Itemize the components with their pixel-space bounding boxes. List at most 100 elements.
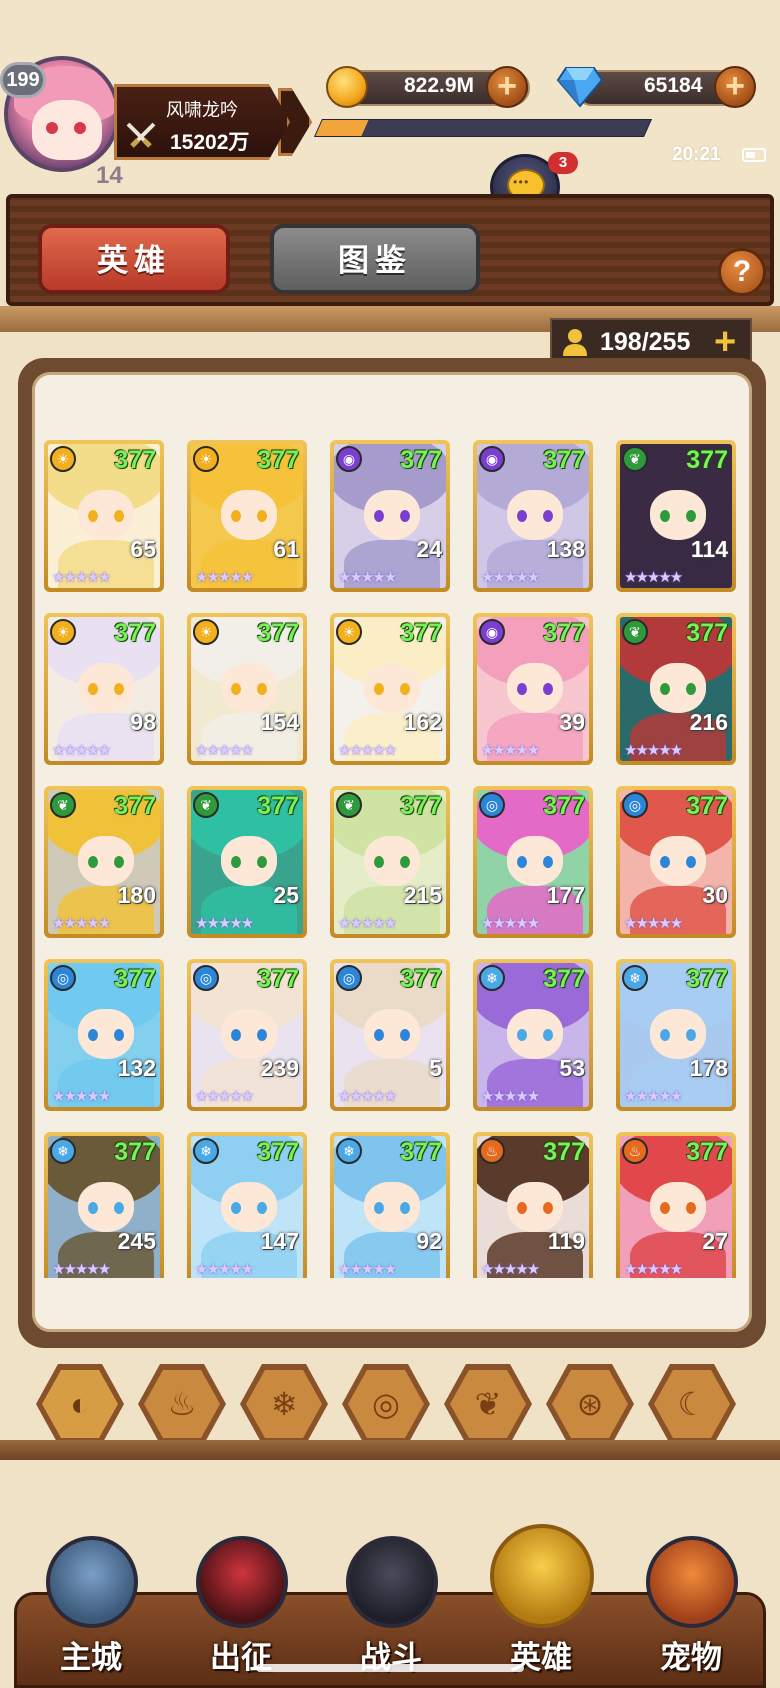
element-light-icon: ☀ — [336, 619, 362, 645]
hero-shard-count: 239 — [260, 1055, 299, 1081]
hero-portrait: ◎ 377 30 ★★★★★ — [620, 790, 732, 934]
hero-shard-count: 114 — [690, 536, 728, 562]
gem-amount: 65184 — [644, 74, 703, 97]
hero-level: 377 — [114, 619, 156, 647]
hero-star-rating: ★★★★★ — [195, 915, 254, 932]
hero-capacity: 198/255 + — [550, 318, 752, 363]
hero-card[interactable]: ◎ 377 177 ★★★★★ — [473, 786, 593, 938]
help-button[interactable]: ? — [718, 248, 766, 296]
divider — [0, 1440, 780, 1460]
hero-portrait: ❄ 377 245 ★★★★★ — [48, 1136, 160, 1278]
hero-card[interactable]: ❄ 377 92 ★★★★★ — [330, 1132, 450, 1278]
hero-card[interactable]: ♨ 377 27 ★★★★★ — [616, 1132, 736, 1278]
hero-card[interactable]: ◎ 377 132 ★★★★★ — [44, 959, 164, 1111]
player-level-badge: 199 — [0, 62, 46, 98]
hero-shard-count: 65 — [130, 536, 156, 562]
hero-star-rating: ★★★★★ — [481, 1088, 540, 1105]
hero-level: 377 — [543, 1138, 585, 1166]
exp-progress-bar — [313, 119, 653, 137]
element-wood-icon: ❦ — [193, 792, 219, 818]
hero-portrait: ❄ 377 178 ★★★★★ — [620, 963, 732, 1107]
element-water-icon: ◎ — [336, 965, 362, 991]
hero-star-rating: ★★★★★ — [195, 1261, 254, 1278]
hero-level: 377 — [686, 792, 728, 820]
hero-card[interactable]: ☀ 377 61 ★★★★★ — [187, 440, 307, 592]
nav-castle[interactable]: 主城 — [26, 1536, 156, 1686]
hero-star-rating: ★★★★★ — [195, 742, 254, 759]
hero-card[interactable]: ❦ 377 215 ★★★★★ — [330, 786, 450, 938]
element-ice-icon: ❄ — [193, 1138, 219, 1164]
hero-card[interactable]: ☀ 377 65 ★★★★★ — [44, 440, 164, 592]
hero-portrait: ☀ 377 162 ★★★★★ — [334, 617, 446, 761]
nav-pet[interactable]: 宠物 — [626, 1536, 756, 1686]
hero-portrait: ◎ 377 239 ★★★★★ — [191, 963, 303, 1107]
element-wood-icon: ❦ — [622, 446, 648, 472]
hero-shard-count: 27 — [702, 1228, 728, 1254]
hero-card[interactable]: ☀ 377 154 ★★★★★ — [187, 613, 307, 765]
hero-card[interactable]: ❦ 377 114 ★★★★★ — [616, 440, 736, 592]
add-gold-button[interactable]: + — [486, 66, 528, 108]
hero-card[interactable]: ◎ 377 30 ★★★★★ — [616, 786, 736, 938]
hero-card[interactable]: ❦ 377 216 ★★★★★ — [616, 613, 736, 765]
element-ice-icon: ❄ — [50, 1138, 76, 1164]
hero-card[interactable]: ❦ 377 180 ★★★★★ — [44, 786, 164, 938]
hero-portrait: ♨ 377 119 ★★★★★ — [477, 1136, 589, 1278]
hero-star-rating: ★★★★★ — [624, 742, 683, 759]
person-icon — [563, 329, 587, 356]
hero-shard-count: 5 — [429, 1055, 442, 1081]
hero-grid[interactable]: ☀ 377 65 ★★★★★ ☀ 377 61 ★★★★★ ◉ 377 24 ★… — [44, 440, 744, 1278]
hero-level: 377 — [257, 619, 299, 647]
hero-star-rating: ★★★★★ — [624, 569, 683, 586]
gold-coin-icon — [326, 66, 368, 108]
hero-level: 377 — [400, 619, 442, 647]
wood-element-icon: ❦ — [450, 1370, 526, 1438]
hero-portrait: ❦ 377 216 ★★★★★ — [620, 617, 732, 761]
hero-portrait: ❦ 377 25 ★★★★★ — [191, 790, 303, 934]
hero-star-rating: ★★★★★ — [52, 915, 111, 932]
hero-level: 377 — [114, 1138, 156, 1166]
hero-icon — [490, 1524, 594, 1628]
element-water-icon: ◎ — [479, 792, 505, 818]
vip-level: 14 — [96, 162, 123, 189]
home-indicator — [256, 1664, 524, 1672]
hero-level: 377 — [114, 965, 156, 993]
hero-card[interactable]: ◉ 377 24 ★★★★★ — [330, 440, 450, 592]
tab-codex[interactable]: 图鉴 — [270, 224, 480, 294]
hero-card[interactable]: ♨ 377 119 ★★★★★ — [473, 1132, 593, 1278]
hero-star-rating: ★★★★★ — [481, 742, 540, 759]
hero-card[interactable]: ❄ 377 245 ★★★★★ — [44, 1132, 164, 1278]
tab-heroes[interactable]: 英雄 — [38, 224, 230, 294]
hero-portrait: ◉ 377 138 ★★★★★ — [477, 444, 589, 588]
hero-portrait: ❦ 377 215 ★★★★★ — [334, 790, 446, 934]
hero-card[interactable]: ❄ 377 53 ★★★★★ — [473, 959, 593, 1111]
hero-level: 377 — [114, 792, 156, 820]
element-fire-icon: ♨ — [622, 1138, 648, 1164]
add-gems-button[interactable]: + — [714, 66, 756, 108]
hero-shard-count: 178 — [689, 1055, 728, 1081]
hero-shard-count: 61 — [273, 536, 299, 562]
hero-card[interactable]: ◉ 377 138 ★★★★★ — [473, 440, 593, 592]
chat-unread-badge: 3 — [548, 152, 578, 174]
hero-card[interactable]: ☀ 377 98 ★★★★★ — [44, 613, 164, 765]
hero-card[interactable]: ◎ 377 5 ★★★★★ — [330, 959, 450, 1111]
hero-star-rating: ★★★★★ — [481, 1261, 540, 1278]
element-water-icon: ◎ — [193, 965, 219, 991]
hero-star-rating: ★★★★★ — [52, 1088, 111, 1105]
hero-shard-count: 92 — [416, 1228, 442, 1254]
hero-level: 377 — [543, 446, 585, 474]
hero-card[interactable]: ❄ 377 178 ★★★★★ — [616, 959, 736, 1111]
light-element-icon: ☾ — [654, 1370, 730, 1438]
element-water-icon: ◎ — [50, 965, 76, 991]
hero-shard-count: 147 — [260, 1228, 299, 1254]
battery-icon — [742, 148, 766, 162]
element-light-icon: ☀ — [50, 619, 76, 645]
hero-card[interactable]: ◎ 377 239 ★★★★★ — [187, 959, 307, 1111]
hero-card[interactable]: ☀ 377 162 ★★★★★ — [330, 613, 450, 765]
hero-card[interactable]: ◉ 377 39 ★★★★★ — [473, 613, 593, 765]
hero-card[interactable]: ❄ 377 147 ★★★★★ — [187, 1132, 307, 1278]
hero-shard-count: 216 — [689, 709, 728, 735]
hero-card[interactable]: ❦ 377 25 ★★★★★ — [187, 786, 307, 938]
hero-portrait: ☀ 377 61 ★★★★★ — [191, 444, 303, 588]
element-fire-icon: ♨ — [479, 1138, 505, 1164]
hero-level: 377 — [543, 619, 585, 647]
